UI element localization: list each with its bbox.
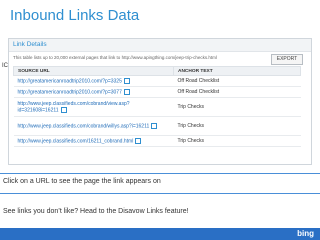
source-url-link[interactable]: http://greatamericanroadtrip2010.com/?p=… [18,89,122,95]
anchor-text-cell: Trip Checks [173,97,301,117]
table-row: http://www.jeep.classifieds.com/cobrand/… [13,97,301,117]
export-button[interactable]: EXPORT [271,54,303,65]
anchor-text-cell: Trip Checks [173,135,301,147]
source-url-cell: http://greatamericanroadtrip2010.com/?p=… [13,86,174,98]
table-row: http://www.jeep.classifieds.com/cobrand/… [13,116,301,136]
table-row: http://greatamericanroadtrip2010.com/?p=… [13,75,301,87]
source-url-cell: http://www.jeep.classifieds.com/cobrand/… [13,97,174,117]
source-url-link[interactable]: http://www.jeep.classifieds.com/cobrand/… [18,101,130,113]
external-link-icon[interactable] [123,77,130,84]
panel-title: Link Details [13,41,47,48]
divider [0,173,320,174]
source-url-cell: http://www.jeep.classifieds.com/16211_co… [13,135,174,147]
panel-toolbar: This table lists up to 20,000 external p… [9,52,311,66]
panel-description: This table lists up to 20,000 external p… [13,55,217,60]
external-link-icon[interactable] [135,137,142,144]
inbound-links-table: SOURCE URL ANCHOR TEXT http://greatameri… [13,66,301,147]
anchor-text-cell: Off Road Checklist [173,86,301,98]
table-row: http://www.jeep.classifieds.com/16211_co… [13,135,301,147]
panel-header: Link Details [9,39,311,52]
external-link-icon[interactable] [60,106,67,113]
source-url-link[interactable]: http://www.jeep.classifieds.com/cobrand/… [18,123,150,129]
link-details-panel: Link Details This table lists up to 20,0… [8,38,312,165]
table-header-row: SOURCE URL ANCHOR TEXT [13,66,301,76]
column-header-anchor-text[interactable]: ANCHOR TEXT [173,66,301,76]
column-header-source-url[interactable]: SOURCE URL [13,66,174,76]
slide-title: Inbound Links Data [10,7,140,24]
source-url-cell: http://greatamericanroadtrip2010.com/?p=… [13,75,174,87]
footer-bar: bing [0,228,320,240]
table-row: http://greatamericanroadtrip2010.com/?p=… [13,86,301,98]
source-url-link[interactable]: http://greatamericanroadtrip2010.com/?p=… [18,78,122,84]
external-link-icon[interactable] [123,88,130,95]
bing-logo: bing [297,229,314,238]
external-link-icon[interactable] [151,122,158,129]
caption-disavow: See links you don’t like? Head to the Di… [3,208,189,215]
divider [0,193,320,194]
source-url-cell: http://www.jeep.classifieds.com/cobrand/… [13,116,174,136]
source-url-link[interactable]: http://www.jeep.classifieds.com/16211_co… [18,138,134,144]
anchor-text-cell: Off Road Checklist [173,75,301,87]
anchor-text-cell: Trip Checks [173,116,301,136]
caption-click-url: Click on a URL to see the page the link … [3,178,161,185]
